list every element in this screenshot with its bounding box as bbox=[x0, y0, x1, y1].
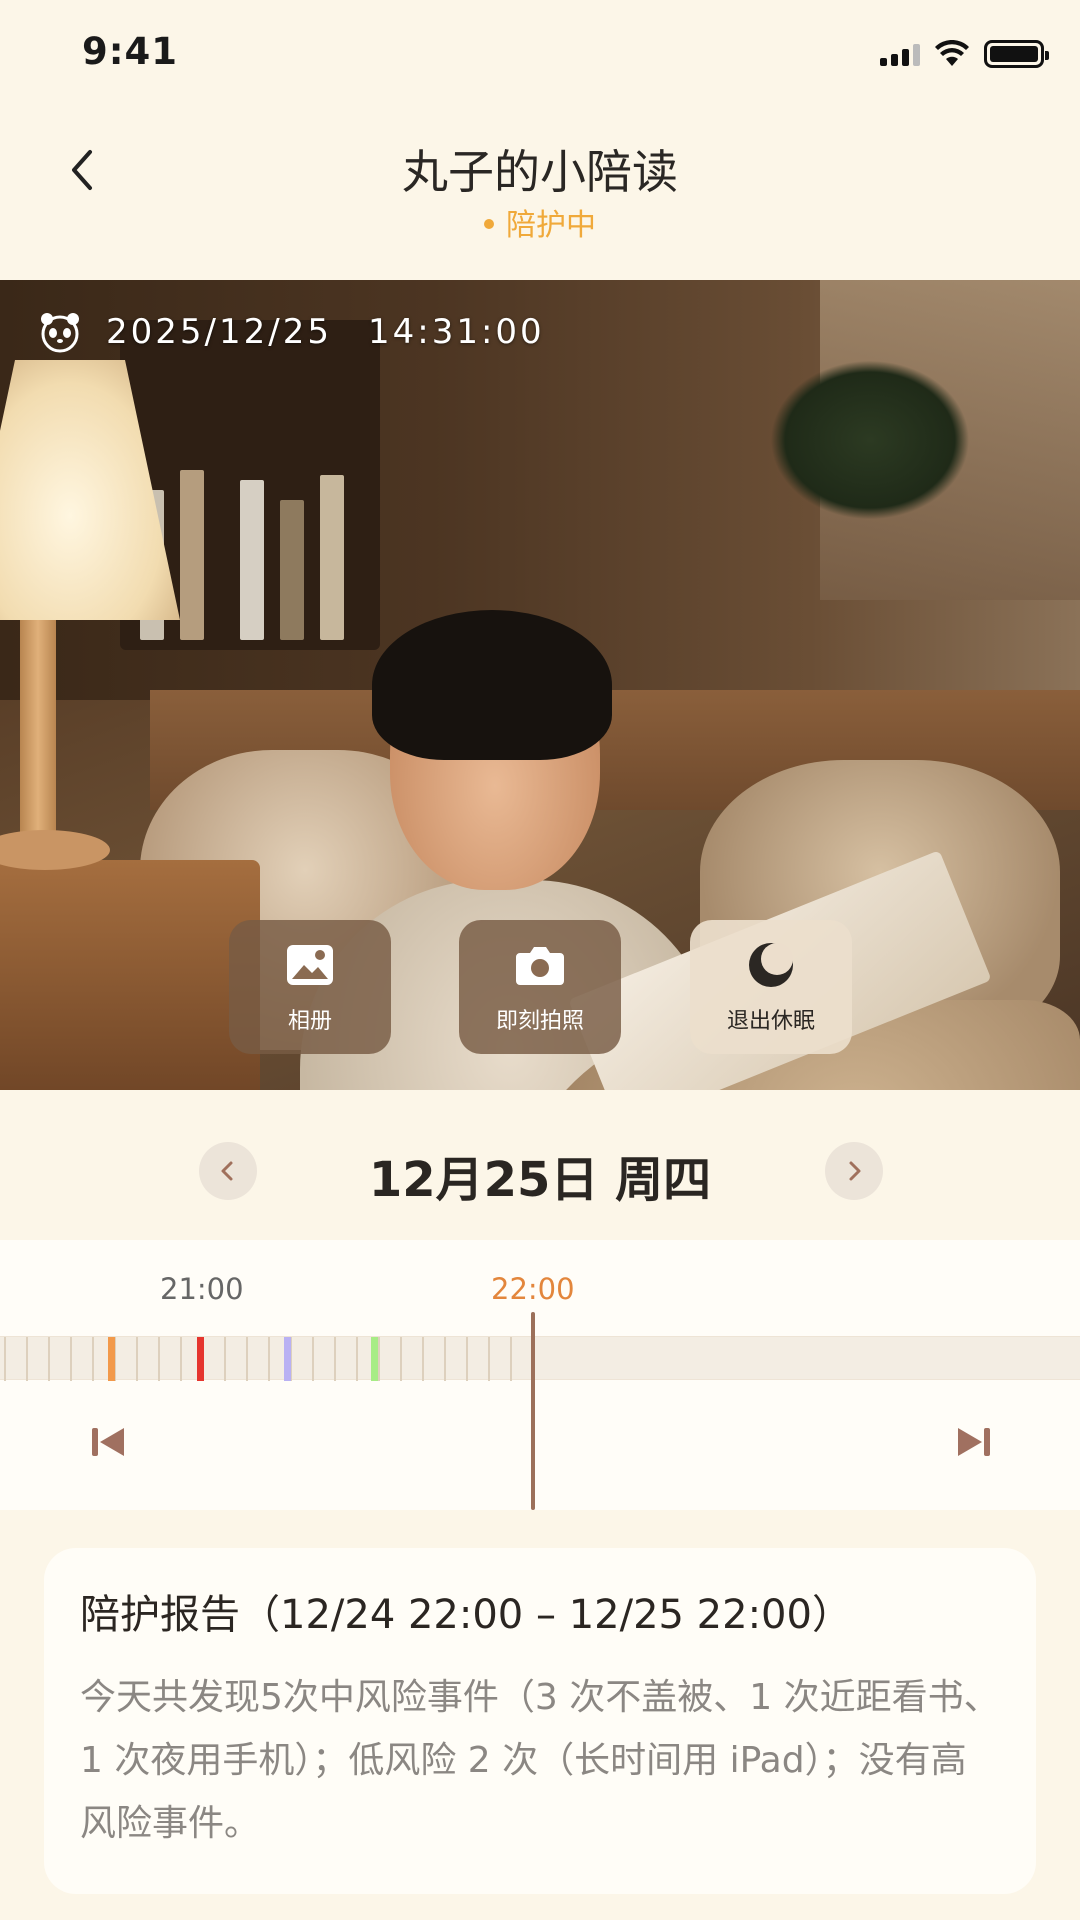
timeline-minor-tick bbox=[356, 1337, 358, 1381]
take-photo-label: 即刻拍照 bbox=[495, 1009, 584, 1034]
camera-timestamp: 2025/12/25 14:31:00 bbox=[38, 310, 545, 354]
chevron-right-icon bbox=[849, 1161, 861, 1181]
status-dot bbox=[484, 218, 494, 229]
timeline-minor-tick bbox=[422, 1337, 424, 1381]
timestamp-time: 14:31:00 bbox=[367, 312, 545, 352]
exit-sleep-button[interactable]: 退出休眠 bbox=[690, 920, 852, 1054]
timeline-minor-tick bbox=[246, 1337, 248, 1381]
timeline-minor-tick bbox=[70, 1337, 72, 1381]
timeline-minor-tick bbox=[26, 1337, 28, 1381]
cellular-signal-icon bbox=[880, 42, 920, 66]
current-date-label: 12月25日 周四 bbox=[368, 1152, 712, 1208]
timeline-event-marker[interactable] bbox=[371, 1337, 378, 1381]
timeline-minor-tick bbox=[48, 1337, 50, 1381]
timeline-minor-tick bbox=[488, 1337, 490, 1381]
battery-icon bbox=[984, 40, 1049, 68]
skip-back-button[interactable] bbox=[86, 1420, 130, 1464]
timeline-minor-tick bbox=[4, 1337, 6, 1381]
timeline-minor-tick bbox=[224, 1337, 226, 1381]
nav-header: 丸子的小陪读 陪护中 bbox=[0, 110, 1080, 280]
timeline-event-marker[interactable] bbox=[197, 1337, 204, 1381]
skip-next-icon bbox=[958, 1428, 990, 1456]
scene-plant bbox=[770, 360, 970, 520]
album-label: 相册 bbox=[287, 1009, 332, 1034]
timeline-minor-tick bbox=[510, 1337, 512, 1381]
status-indicator: 陪护中 bbox=[0, 200, 1080, 244]
care-report-card: 陪护报告（12/24 22:00 – 12/25 22:00） 今天共发现5次中… bbox=[44, 1548, 1036, 1894]
camera-actions: 相册 即刻拍照 退出休眠 bbox=[0, 920, 1080, 1060]
timestamp-text: 2025/12/25 14:31:00 bbox=[106, 312, 545, 352]
skip-forward-button[interactable] bbox=[952, 1420, 996, 1464]
exit-sleep-label: 退出休眠 bbox=[726, 1009, 815, 1034]
scene-child-hair bbox=[372, 610, 612, 760]
status-text: 陪护中 bbox=[506, 208, 596, 243]
date-navigator: 12月25日 周四 bbox=[0, 1090, 1080, 1240]
page-title: 丸子的小陪读 bbox=[402, 145, 678, 199]
take-photo-button[interactable]: 即刻拍照 bbox=[459, 920, 621, 1054]
timeline-minor-tick bbox=[466, 1337, 468, 1381]
event-timeline[interactable]: 21:00 22:00 bbox=[0, 1240, 1080, 1510]
timeline-playhead[interactable] bbox=[531, 1312, 535, 1510]
wifi-icon bbox=[935, 40, 969, 66]
camera-live-view[interactable]: 2025/12/25 14:31:00 相册 即刻拍照 退出休眠 bbox=[0, 280, 1080, 1090]
moon-icon bbox=[749, 943, 793, 987]
timeline-minor-tick bbox=[334, 1337, 336, 1381]
timeline-minor-tick bbox=[400, 1337, 402, 1381]
status-icons bbox=[880, 40, 1049, 68]
timeline-minor-tick bbox=[180, 1337, 182, 1381]
timeline-minor-tick bbox=[312, 1337, 314, 1381]
album-button[interactable]: 相册 bbox=[229, 920, 391, 1054]
timestamp-date: 2025/12/25 bbox=[106, 312, 332, 352]
timeline-track[interactable] bbox=[0, 1336, 1080, 1381]
report-body: 今天共发现5次中风险事件（3 次不盖被、1 次近距看书、1 次夜用手机）；低风险… bbox=[80, 1677, 1000, 1844]
timeline-event-marker[interactable] bbox=[284, 1337, 291, 1381]
status-time: 9:41 bbox=[82, 30, 179, 73]
camera-icon bbox=[516, 947, 564, 985]
timeline-minor-tick bbox=[444, 1337, 446, 1381]
status-bar: 9:41 bbox=[0, 0, 1080, 110]
skip-previous-icon bbox=[92, 1428, 124, 1456]
next-day-button[interactable] bbox=[825, 1142, 883, 1200]
tick-label-2200: 22:00 bbox=[491, 1272, 575, 1306]
timeline-minor-tick bbox=[158, 1337, 160, 1381]
panda-icon bbox=[41, 313, 79, 353]
tick-label-2100: 21:00 bbox=[160, 1272, 244, 1306]
timeline-minor-tick bbox=[92, 1337, 94, 1381]
scene-lamp-stem bbox=[20, 620, 56, 840]
timeline-minor-tick bbox=[268, 1337, 270, 1381]
timeline-minor-tick bbox=[136, 1337, 138, 1381]
timeline-minor-tick bbox=[378, 1337, 380, 1381]
photo-album-icon bbox=[287, 945, 333, 985]
timeline-event-marker[interactable] bbox=[108, 1337, 115, 1381]
report-title: 陪护报告（12/24 22:00 – 12/25 22:00） bbox=[80, 1592, 852, 1638]
